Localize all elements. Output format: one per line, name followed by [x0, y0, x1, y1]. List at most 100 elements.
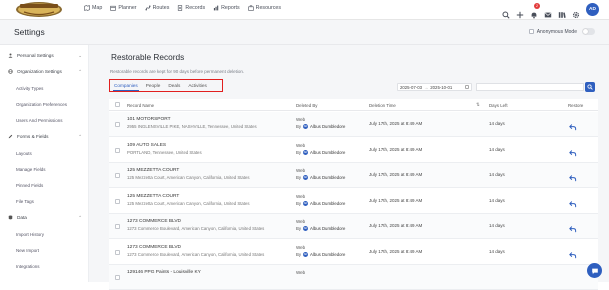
date-range-picker[interactable]: 2025-07-03 → 2025-10-01 [397, 83, 472, 91]
record-type-tabs: Companies People Deals Activities [109, 79, 223, 92]
user-name: Albus Dumbledore [310, 200, 346, 206]
user-name: Albus Dumbledore [310, 149, 346, 155]
anonymous-mode-checkbox[interactable] [528, 29, 534, 34]
table-row[interactable]: 109 AUTO SALES PORTLAND, Tennessee, Unite… [109, 137, 598, 163]
settings-button[interactable] [572, 6, 580, 18]
table-row[interactable]: 125 MEZZETTA COURT 125 Mezzetta Court, Am… [109, 163, 598, 188]
sidebar-item-manage-fields[interactable]: Manage Fields [16, 167, 46, 172]
table-row[interactable]: 129146 PPG Paints - Louisville KY Web [109, 265, 598, 290]
table-row[interactable]: 101 MOTORSPORT 2955 INGLENSVILLE PIKE, NA… [109, 112, 598, 137]
row-checkbox[interactable] [115, 147, 120, 153]
chevron-up-icon: ⌃ [78, 215, 82, 220]
select-all-checkbox[interactable] [115, 102, 120, 107]
restore-button[interactable] [568, 170, 577, 182]
sidebar-section-forms-and-fields[interactable]: Forms & Fields ⌃ [8, 134, 82, 139]
record-name[interactable]: 125 MEZZETTA COURT [127, 194, 179, 199]
user-avatar: AD [303, 200, 309, 206]
column-record-name[interactable]: Record Name [127, 103, 154, 108]
resources-icon [247, 5, 254, 11]
deletion-source: Web [296, 142, 306, 148]
bell-icon [531, 12, 537, 18]
messages-button[interactable] [544, 6, 552, 17]
company-logo[interactable] [14, 1, 64, 18]
anonymous-mode-toggle[interactable] [582, 28, 595, 35]
tab-people[interactable]: People [145, 82, 162, 89]
row-checkbox[interactable] [115, 122, 120, 127]
user-name: Albus Dumbledore [310, 175, 346, 180]
row-checkbox[interactable] [115, 249, 120, 255]
sidebar-item-import-history[interactable]: Import History [16, 232, 44, 237]
restore-button[interactable] [568, 221, 577, 233]
sidebar-item-integrations[interactable]: Integrations [16, 264, 40, 269]
chevron-up-icon: ⌃ [78, 69, 82, 74]
record-name[interactable]: 1273 COMMERCE BLVD [127, 245, 181, 250]
tab-activities[interactable]: Activities [187, 82, 208, 89]
column-days-left[interactable]: Days Left [489, 103, 508, 108]
sidebar-item-file-tags[interactable]: File Tags [16, 199, 34, 204]
nav-planner[interactable]: Planner [110, 5, 137, 11]
sidebar-section-organization-settings[interactable]: Organization Settings ⌃ [8, 69, 82, 74]
sidebar-item-users-and-permissions[interactable]: Users And Permissions [16, 118, 63, 123]
restore-button[interactable] [568, 247, 577, 258]
nav-routes[interactable]: Routes [145, 5, 169, 11]
user-name: Albus Dumbledore [310, 251, 346, 257]
anonymous-mode-control: Anonymous Mode [528, 28, 595, 35]
tab-companies[interactable]: Companies [113, 82, 139, 91]
user-name: Albus Dumbledore [310, 124, 346, 129]
deleted-by-user: By AD Albus Dumbledore [296, 226, 345, 231]
nav-reports[interactable]: Reports [213, 5, 240, 11]
sidebar-section-personal-settings[interactable]: Personal Settings ⌄ [8, 53, 82, 58]
user-avatar: AD [303, 175, 309, 180]
sidebar-item-new-import[interactable]: New Import [16, 248, 39, 253]
search-button[interactable] [502, 6, 510, 19]
nav-map[interactable]: Map [84, 5, 102, 11]
record-name[interactable]: 1273 COMMERCE BLVD [127, 219, 181, 224]
sidebar-item-layouts[interactable]: Layouts [16, 151, 32, 156]
chat-support-button[interactable] [587, 263, 602, 278]
search-input[interactable] [476, 83, 584, 91]
nav-resources[interactable]: Resources [247, 5, 281, 11]
library-button[interactable] [558, 6, 566, 18]
table-row[interactable]: 1273 COMMERCE BLVD 1273 Commerce Boulevar… [109, 214, 598, 239]
settings-sidebar: Personal Settings ⌄ Organization Setting… [0, 45, 89, 282]
table-row[interactable]: 125 MEZZETTA COURT 125 Mezzetta Court, Am… [109, 188, 598, 214]
notifications-button[interactable]: 2 [530, 2, 540, 18]
plus-icon [516, 11, 524, 18]
search-submit-button[interactable] [585, 82, 595, 92]
row-checkbox[interactable] [115, 224, 120, 229]
sidebar-section-label: Data [17, 215, 27, 220]
column-deletion-time[interactable]: Deletion Time [369, 103, 396, 108]
column-deleted-by[interactable]: Deleted By [296, 103, 317, 108]
library-icon [558, 11, 566, 18]
record-name[interactable]: 101 MOTORSPORT [127, 117, 171, 122]
deletion-time: July 17th, 2025 at 8:49 AM [369, 197, 423, 203]
record-name[interactable]: 129146 PPG Paints - Louisville KY [127, 270, 201, 275]
row-checkbox[interactable] [115, 173, 120, 178]
record-name[interactable]: 109 AUTO SALES [127, 143, 166, 148]
settings-header: Settings Anonymous Mode [0, 20, 609, 45]
restore-button[interactable] [568, 119, 577, 131]
tab-deals[interactable]: Deals [167, 82, 181, 89]
table-row[interactable]: 1273 COMMERCE BLVD 1273 Commerce Boulevar… [109, 239, 598, 265]
restore-button[interactable] [568, 196, 577, 207]
record-address: 1273 Commerce Boulevard, American Canyon… [127, 226, 265, 231]
restorable-records-table: Record Name Deleted By Deletion Time ⇅ D… [109, 99, 598, 290]
days-left: 14 days [489, 223, 505, 228]
sidebar-item-organization-preferences[interactable]: Organization Preferences [16, 102, 67, 107]
nav-records[interactable]: Records [177, 5, 205, 11]
row-checkbox[interactable] [115, 198, 120, 204]
restore-button[interactable] [568, 145, 577, 156]
add-button[interactable] [516, 6, 524, 18]
sidebar-item-pinned-fields[interactable]: Pinned Fields [16, 183, 43, 188]
user-avatar[interactable]: AD [586, 3, 599, 16]
routes-icon [145, 5, 151, 11]
nav-records-label: Records [185, 5, 206, 11]
record-name[interactable]: 125 MEZZETTA COURT [127, 168, 179, 173]
sidebar-item-activity-types[interactable]: Activity Types [16, 86, 43, 91]
sort-icon[interactable]: ⇅ [476, 102, 480, 108]
deletion-time: July 17th, 2025 at 8:49 AM [369, 121, 423, 126]
row-checkbox[interactable] [115, 275, 120, 280]
sidebar-section-data[interactable]: Data ⌃ [8, 215, 82, 220]
column-restore: Restore [568, 103, 584, 108]
days-left: 14 days [489, 172, 505, 177]
